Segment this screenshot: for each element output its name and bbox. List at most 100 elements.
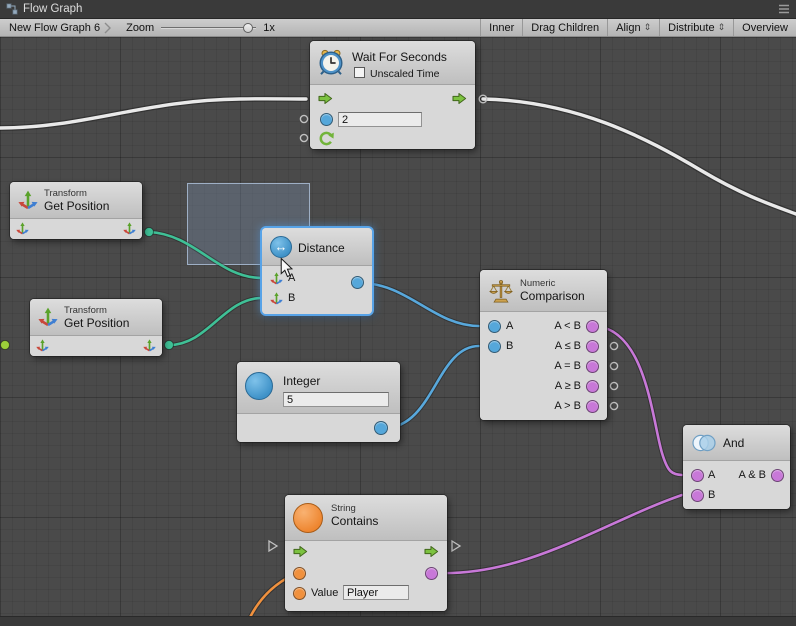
position-output-port-icon[interactable]: [143, 339, 156, 352]
out-less-port[interactable]: [586, 320, 599, 333]
comparison-b-label: B: [506, 341, 513, 352]
repeat-loop-port-icon[interactable]: [318, 131, 334, 147]
distance-title: Distance: [298, 242, 345, 254]
comparison-gte-ring[interactable]: [610, 382, 617, 389]
contains-flow-in-triangle[interactable]: [269, 541, 277, 551]
out-greater-port[interactable]: [586, 400, 599, 413]
zoom-slider-knob[interactable]: [243, 23, 253, 33]
node-wait-for-seconds[interactable]: Wait For Seconds Unscaled Time: [310, 41, 475, 149]
contains-value-port[interactable]: [293, 587, 306, 600]
inner-button[interactable]: Inner: [480, 19, 522, 36]
graph-canvas[interactable]: Wait For Seconds Unscaled Time Transform…: [0, 37, 796, 616]
flow-input-port-icon[interactable]: [318, 92, 333, 105]
seconds-input[interactable]: [338, 112, 422, 127]
align-button[interactable]: Align ⇕: [607, 19, 659, 36]
out-less-label: A < B: [529, 321, 581, 332]
wire-less-to-and-a[interactable]: [596, 326, 682, 475]
seconds-input-port[interactable]: [320, 113, 333, 126]
and-output-port[interactable]: [771, 469, 784, 482]
wire-contains-to-and-b[interactable]: [438, 495, 682, 573]
timer-icon: [318, 49, 344, 75]
window-bottom-edge: [0, 616, 796, 626]
breadcrumb[interactable]: New Flow Graph 6: [5, 22, 104, 34]
position-output-port-icon[interactable]: [123, 222, 136, 235]
comparison-input-a-port[interactable]: [488, 320, 501, 333]
wire-position-a[interactable]: [149, 232, 262, 278]
window-title: Flow Graph: [23, 3, 82, 15]
unscaled-time-checkbox[interactable]: [354, 67, 365, 78]
contains-input-a-port[interactable]: [293, 567, 306, 580]
node-get-position-a[interactable]: Transform Get Position: [10, 182, 142, 239]
comparison-gt-ring[interactable]: [610, 402, 617, 409]
out-greater-equal-label: A ≥ B: [529, 381, 581, 392]
inner-button-label: Inner: [489, 22, 514, 34]
vector-b-port-icon[interactable]: [270, 292, 283, 305]
get-position-b-title: Get Position: [64, 317, 129, 329]
and-input-a-port[interactable]: [691, 469, 704, 482]
overview-button[interactable]: Overview: [733, 19, 796, 36]
wait-seconds-port-ring[interactable]: [300, 115, 307, 122]
wire-less-to-and-a-under: [596, 326, 682, 475]
distance-output-port[interactable]: [351, 276, 364, 289]
toolbar-right-group: Inner Drag Children Align ⇕ Distribute ⇕…: [480, 19, 796, 36]
contains-category: String: [331, 504, 356, 514]
string-icon: [293, 503, 323, 533]
position-a-output-dot[interactable]: [145, 228, 154, 237]
align-button-label: Align: [616, 22, 640, 34]
zoom-slider-track[interactable]: [161, 27, 256, 29]
edge-port-dot[interactable]: [1, 341, 10, 350]
wire-position-b[interactable]: [169, 298, 262, 345]
node-and[interactable]: And A A & B B: [683, 425, 790, 509]
flow-graph-icon: [6, 3, 18, 15]
contains-flow-out-triangle[interactable]: [452, 541, 460, 551]
zoom-slider[interactable]: [161, 21, 256, 35]
flow-output-port-icon[interactable]: [452, 92, 467, 105]
node-numeric-comparison[interactable]: Numeric Comparison A B A < B A ≤ B A = B…: [480, 270, 607, 420]
window-titlebar: Flow Graph: [0, 0, 796, 19]
window-menu-icon[interactable]: [778, 4, 790, 14]
distribute-button[interactable]: Distribute ⇕: [659, 19, 733, 36]
and-input-b-port[interactable]: [691, 489, 704, 502]
out-equal-port[interactable]: [586, 360, 599, 373]
transform-icon: [18, 190, 38, 210]
node-distance[interactable]: Distance A B: [262, 228, 372, 314]
comparison-a-label: A: [506, 321, 513, 332]
contains-body: [285, 541, 447, 611]
node-get-position-b[interactable]: Transform Get Position: [30, 299, 162, 356]
distribute-dropdown-arrows-icon: ⇕: [718, 23, 726, 32]
position-b-output-dot[interactable]: [165, 341, 174, 350]
comparison-eq-ring[interactable]: [610, 362, 617, 369]
wire-distance-to-a[interactable]: [360, 283, 479, 326]
integer-output-port[interactable]: [374, 421, 388, 435]
node-string-contains[interactable]: String Contains Value: [285, 495, 447, 611]
distance-port-b-label: B: [288, 293, 295, 304]
node-integer[interactable]: Integer: [237, 362, 400, 442]
contains-result-port[interactable]: [425, 567, 438, 580]
flow-input-port-icon[interactable]: [293, 545, 308, 558]
comparison-input-b-port[interactable]: [488, 340, 501, 353]
and-a-label: A: [708, 470, 715, 481]
contains-value-input[interactable]: [343, 585, 409, 600]
flow-output-port-icon[interactable]: [424, 545, 439, 558]
comparison-lte-ring[interactable]: [610, 342, 617, 349]
self-input-port-icon[interactable]: [36, 339, 49, 352]
get-position-a-title: Get Position: [44, 200, 109, 212]
drag-children-button[interactable]: Drag Children: [522, 19, 607, 36]
integer-title: Integer: [283, 375, 320, 387]
out-greater-equal-port[interactable]: [586, 380, 599, 393]
zoom-value: 1x: [263, 22, 275, 34]
get-position-a-category: Transform: [44, 189, 87, 199]
overview-button-label: Overview: [742, 22, 788, 34]
distribute-button-label: Distribute: [668, 22, 714, 34]
unscaled-time-label: Unscaled Time: [370, 69, 439, 80]
wait-node-title: Wait For Seconds: [352, 51, 447, 63]
out-less-equal-label: A ≤ B: [529, 341, 581, 352]
comparison-title: Comparison: [520, 290, 585, 302]
wire-contains-to-and-b-under: [438, 495, 682, 573]
integer-value-input[interactable]: [283, 392, 389, 407]
comparison-category: Numeric: [520, 279, 555, 289]
wait-loop-port-ring[interactable]: [300, 134, 307, 141]
wire-flow-out[interactable]: [483, 99, 796, 214]
self-input-port-icon[interactable]: [16, 222, 29, 235]
out-less-equal-port[interactable]: [586, 340, 599, 353]
